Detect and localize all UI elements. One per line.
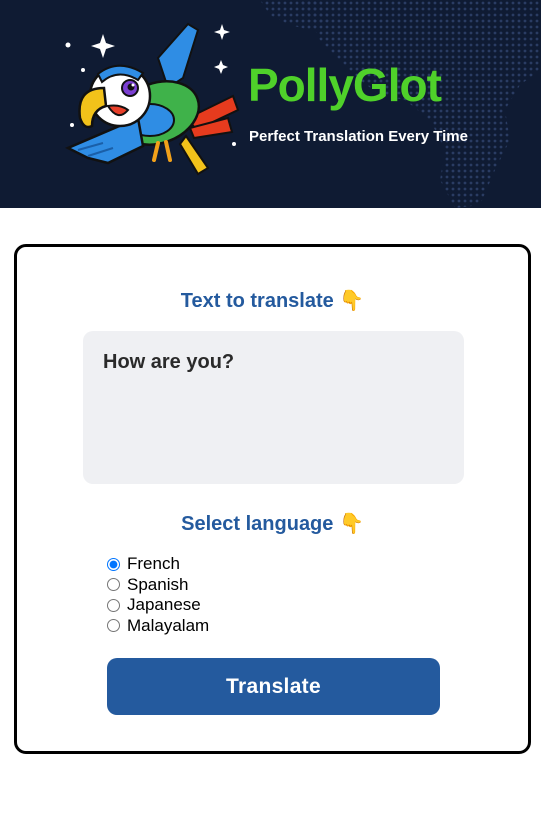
text-to-translate-input[interactable] (83, 331, 464, 484)
pointing-down-icon: 👇 (339, 290, 365, 312)
language-option-label: French (127, 554, 180, 574)
app-title: PollyGlot (248, 59, 442, 111)
translate-form-card: Text to translate 👇 Select language 👇 Fr… (14, 244, 531, 754)
parrot-mascot-icon (65, 22, 240, 176)
translate-button[interactable]: Translate (107, 658, 440, 715)
radio-japanese[interactable] (107, 598, 120, 612)
language-option-french[interactable]: French (107, 554, 209, 575)
language-radio-group: French Spanish Japanese Malayalam (107, 554, 209, 636)
language-option-label: Japanese (127, 595, 201, 615)
pointing-down-icon: 👇 (338, 513, 364, 535)
language-option-spanish[interactable]: Spanish (107, 575, 209, 596)
language-option-label: Spanish (127, 574, 189, 594)
radio-malayalam[interactable] (107, 619, 120, 633)
app-header: PollyGlot Perfect Translation Every Time (0, 0, 541, 208)
app-tagline: Perfect Translation Every Time (249, 128, 468, 145)
radio-french[interactable] (107, 557, 120, 571)
select-language-heading: Select language 👇 (17, 511, 528, 536)
text-heading-label: Text to translate (180, 290, 334, 312)
language-heading-label: Select language (181, 513, 334, 535)
language-option-malayalam[interactable]: Malayalam (107, 616, 209, 637)
text-to-translate-heading: Text to translate 👇 (17, 288, 528, 313)
radio-spanish[interactable] (107, 578, 120, 592)
language-option-japanese[interactable]: Japanese (107, 595, 209, 616)
language-option-label: Malayalam (127, 615, 210, 635)
